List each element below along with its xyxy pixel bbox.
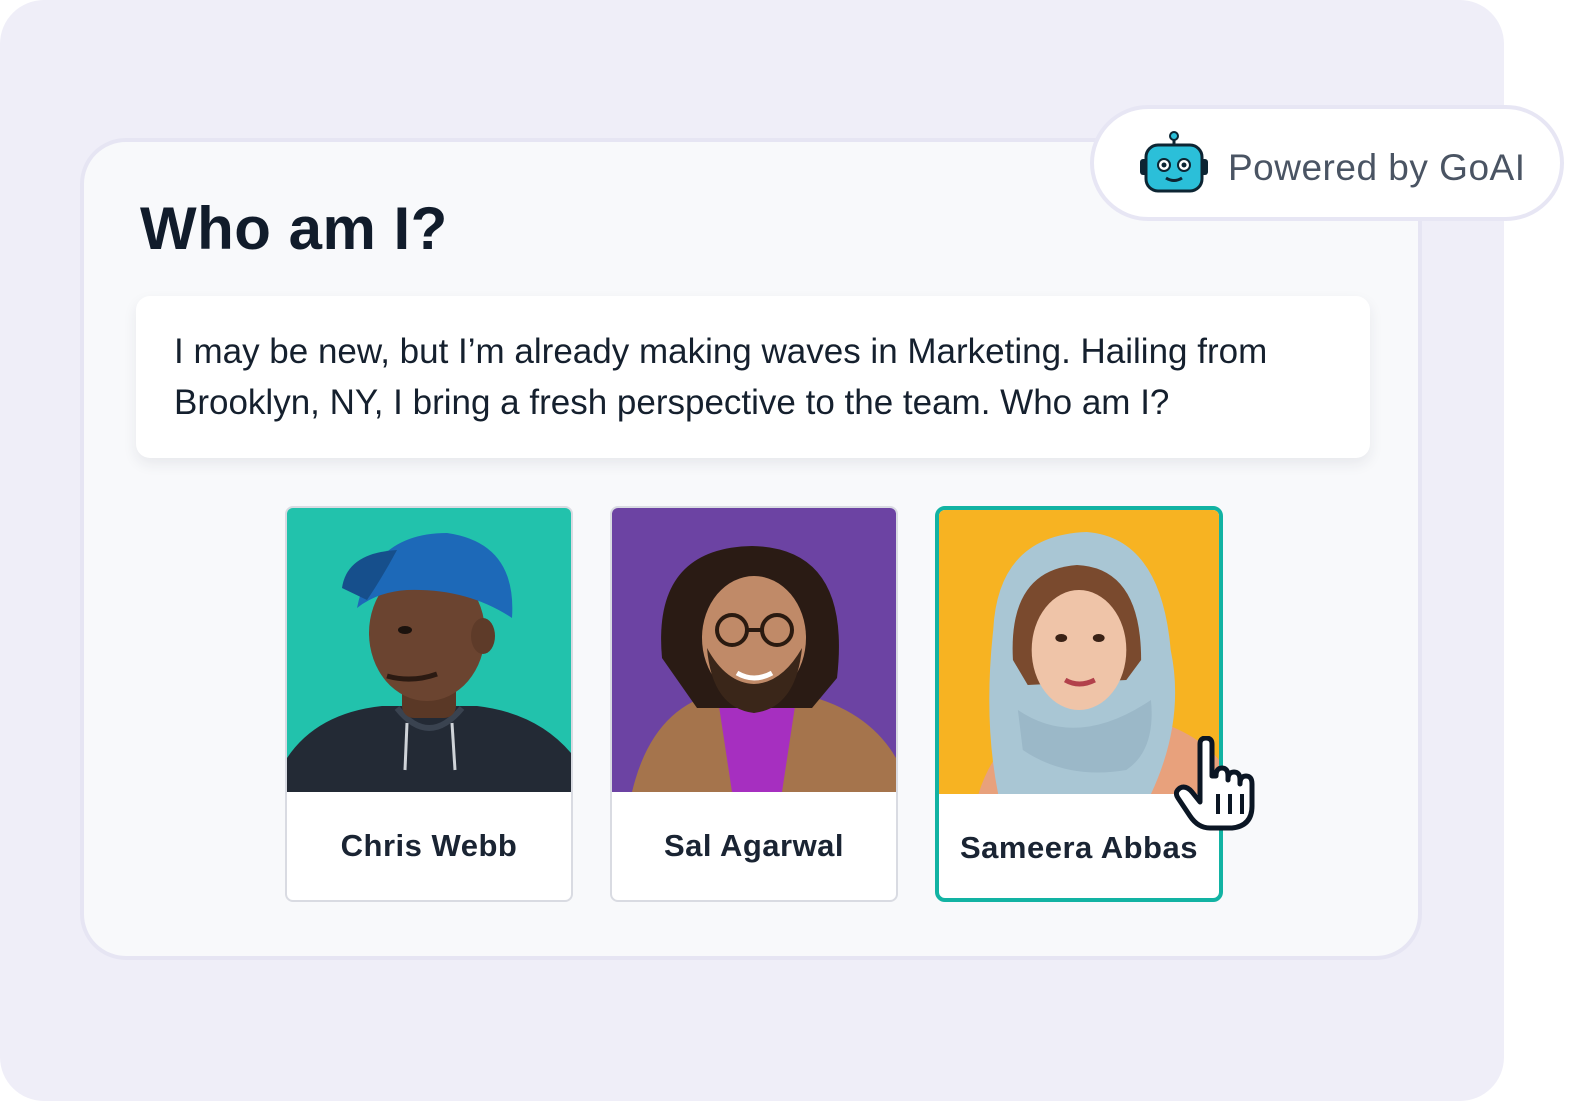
quiz-card: Who am I? I may be new, but I’m already … [80, 138, 1422, 960]
answer-options: Chris Webb Sal Agarwal Sameera Abbas [285, 506, 1225, 906]
option-name: Chris Webb [340, 828, 518, 863]
quiz-prompt: I may be new, but I’m already making wav… [136, 296, 1370, 458]
powered-by-text: Powered by GoAI [1228, 147, 1526, 188]
option-sal-agarwal[interactable]: Sal Agarwal [610, 506, 898, 902]
option-chris-webb[interactable]: Chris Webb [285, 506, 573, 902]
hand-pointer-icon [1173, 735, 1256, 832]
quiz-title: Who am I? [140, 195, 448, 262]
robot-icon [1138, 131, 1210, 195]
chris-webb-photo [287, 508, 571, 792]
option-sameera-abbas[interactable]: Sameera Abbas [935, 506, 1223, 902]
option-name: Sameera Abbas [960, 830, 1198, 865]
option-name: Sal Agarwal [663, 828, 845, 863]
sal-agarwal-photo [612, 508, 896, 792]
powered-by-badge: Powered by GoAI [1090, 105, 1564, 221]
